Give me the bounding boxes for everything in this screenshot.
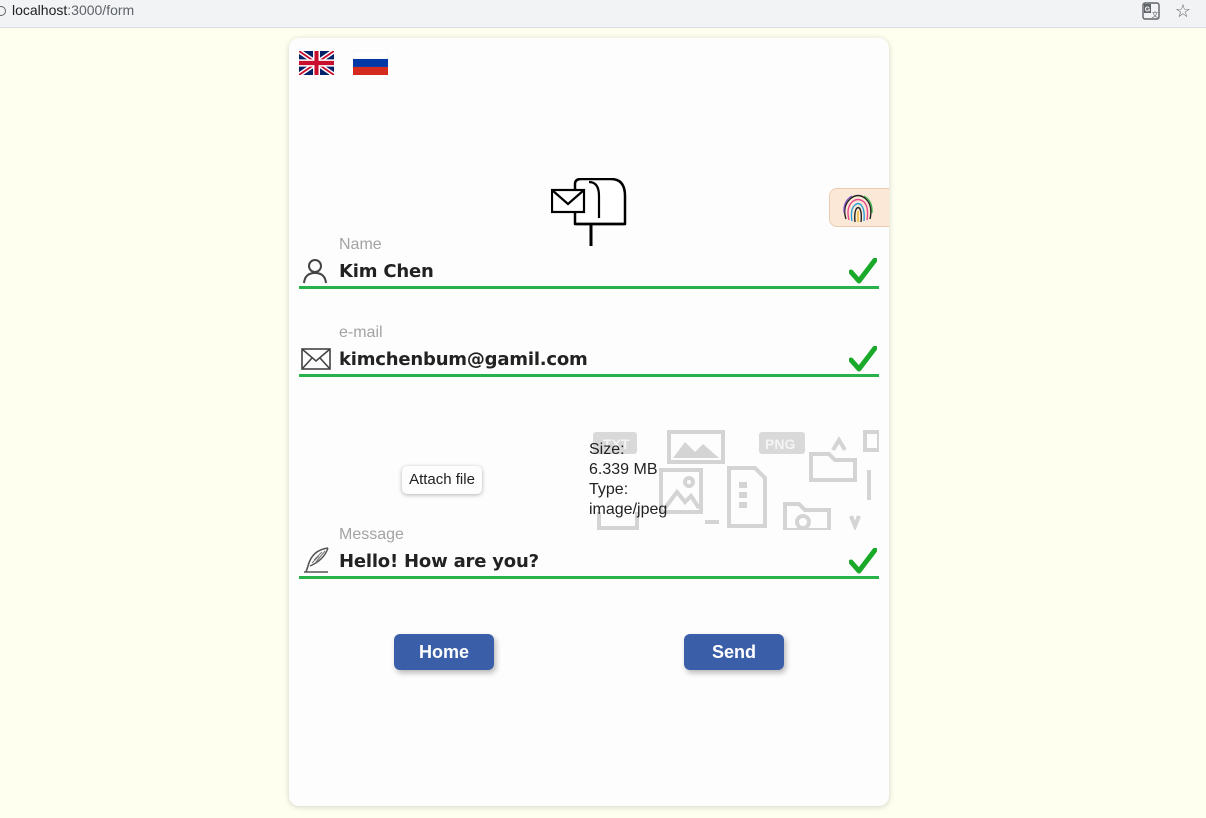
file-type-value: image/jpeg — [589, 501, 668, 518]
message-underline — [299, 576, 879, 579]
file-size-value: 6.339 MB — [589, 461, 658, 478]
fingerprint-button[interactable] — [829, 188, 889, 227]
name-underline — [299, 286, 879, 289]
name-label: Name — [339, 236, 382, 253]
home-button[interactable]: Home — [394, 634, 494, 670]
svg-text:文: 文 — [1152, 10, 1159, 19]
email-underline — [299, 374, 879, 377]
uk-flag-icon[interactable] — [299, 51, 334, 75]
contact-form-card: Name Kim Chen e-mail kimchenbum@gamil.co… — [289, 38, 889, 806]
bookmark-star-icon[interactable]: ☆ — [1172, 0, 1194, 22]
file-info: Size: 6.339 MB Type: image/jpeg — [589, 440, 667, 520]
attach-file-button[interactable]: Attach file — [402, 466, 482, 494]
envelope-icon — [301, 348, 331, 370]
browser-address-bar: localhost:3000/form G 文 ☆ — [0, 0, 1206, 28]
email-field: e-mail kimchenbum@gamil.com — [299, 324, 879, 380]
svg-text:G: G — [1145, 7, 1151, 14]
name-input[interactable]: Kim Chen — [339, 261, 434, 282]
translate-icon[interactable]: G 文 — [1142, 2, 1160, 20]
site-info-icon[interactable] — [0, 6, 6, 16]
message-input[interactable]: Hello! How are you? — [339, 551, 539, 572]
email-input[interactable]: kimchenbum@gamil.com — [339, 349, 588, 370]
file-size-label: Size: — [589, 441, 625, 458]
email-label: e-mail — [339, 324, 383, 341]
send-button[interactable]: Send — [684, 634, 784, 670]
svg-text:PNG: PNG — [765, 436, 795, 452]
message-field: Message Hello! How are you? — [299, 526, 879, 582]
url-field[interactable]: localhost:3000/form — [12, 2, 134, 18]
message-label: Message — [339, 526, 404, 543]
russia-flag-icon[interactable] — [353, 51, 388, 75]
file-type-label: Type: — [589, 481, 629, 498]
quill-icon — [304, 547, 329, 573]
fingerprint-icon — [843, 194, 873, 223]
valid-check-icon — [849, 258, 877, 284]
valid-check-icon — [849, 346, 877, 372]
valid-check-icon — [849, 548, 877, 574]
name-field: Name Kim Chen — [299, 236, 879, 292]
user-icon — [303, 259, 327, 284]
